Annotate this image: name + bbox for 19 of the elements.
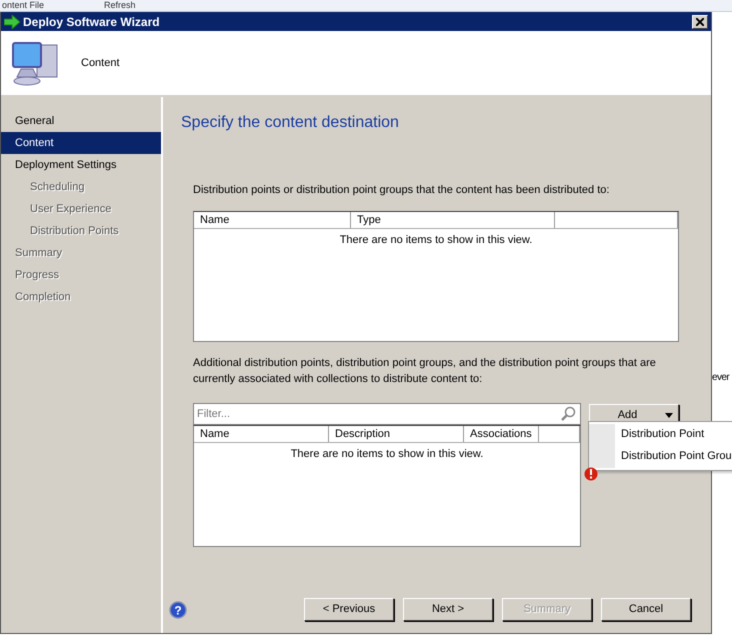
wizard-button[interactable]: < Previous [304,598,394,621]
background-text: ever [712,372,730,383]
window-title: Deploy Software Wizard [23,14,160,30]
filter-field[interactable]: Filter... [193,402,581,424]
help-icon[interactable]: ? [169,600,187,618]
list-label: Additional distribution points, distribution point groups, and the distribution point groups that are currently associated with collections to distribute content to: [193,356,657,387]
toolbar-label[interactable]: ontent File [2,0,44,11]
wizard-button[interactable]: Next > [403,598,493,621]
menu-item[interactable]: Distribution Point Grou [589,446,732,468]
page-heading: Specify the content destination [181,113,400,133]
empty-message: There are no items to show in this view. [290,446,484,462]
page-title: Content [81,56,120,71]
nav-item[interactable]: General [1,110,161,132]
nav-item[interactable]: Content [1,132,161,154]
toolbar-label[interactable]: Refresh [104,0,136,11]
list-label: Distribution points or distribution point groups that the content has been distributed to: [193,183,610,198]
wizard-button[interactable]: Cancel [601,598,691,621]
empty-message: There are no items to show in this view. [338,232,534,248]
nav-item[interactable]: Deployment Settings [1,154,161,176]
